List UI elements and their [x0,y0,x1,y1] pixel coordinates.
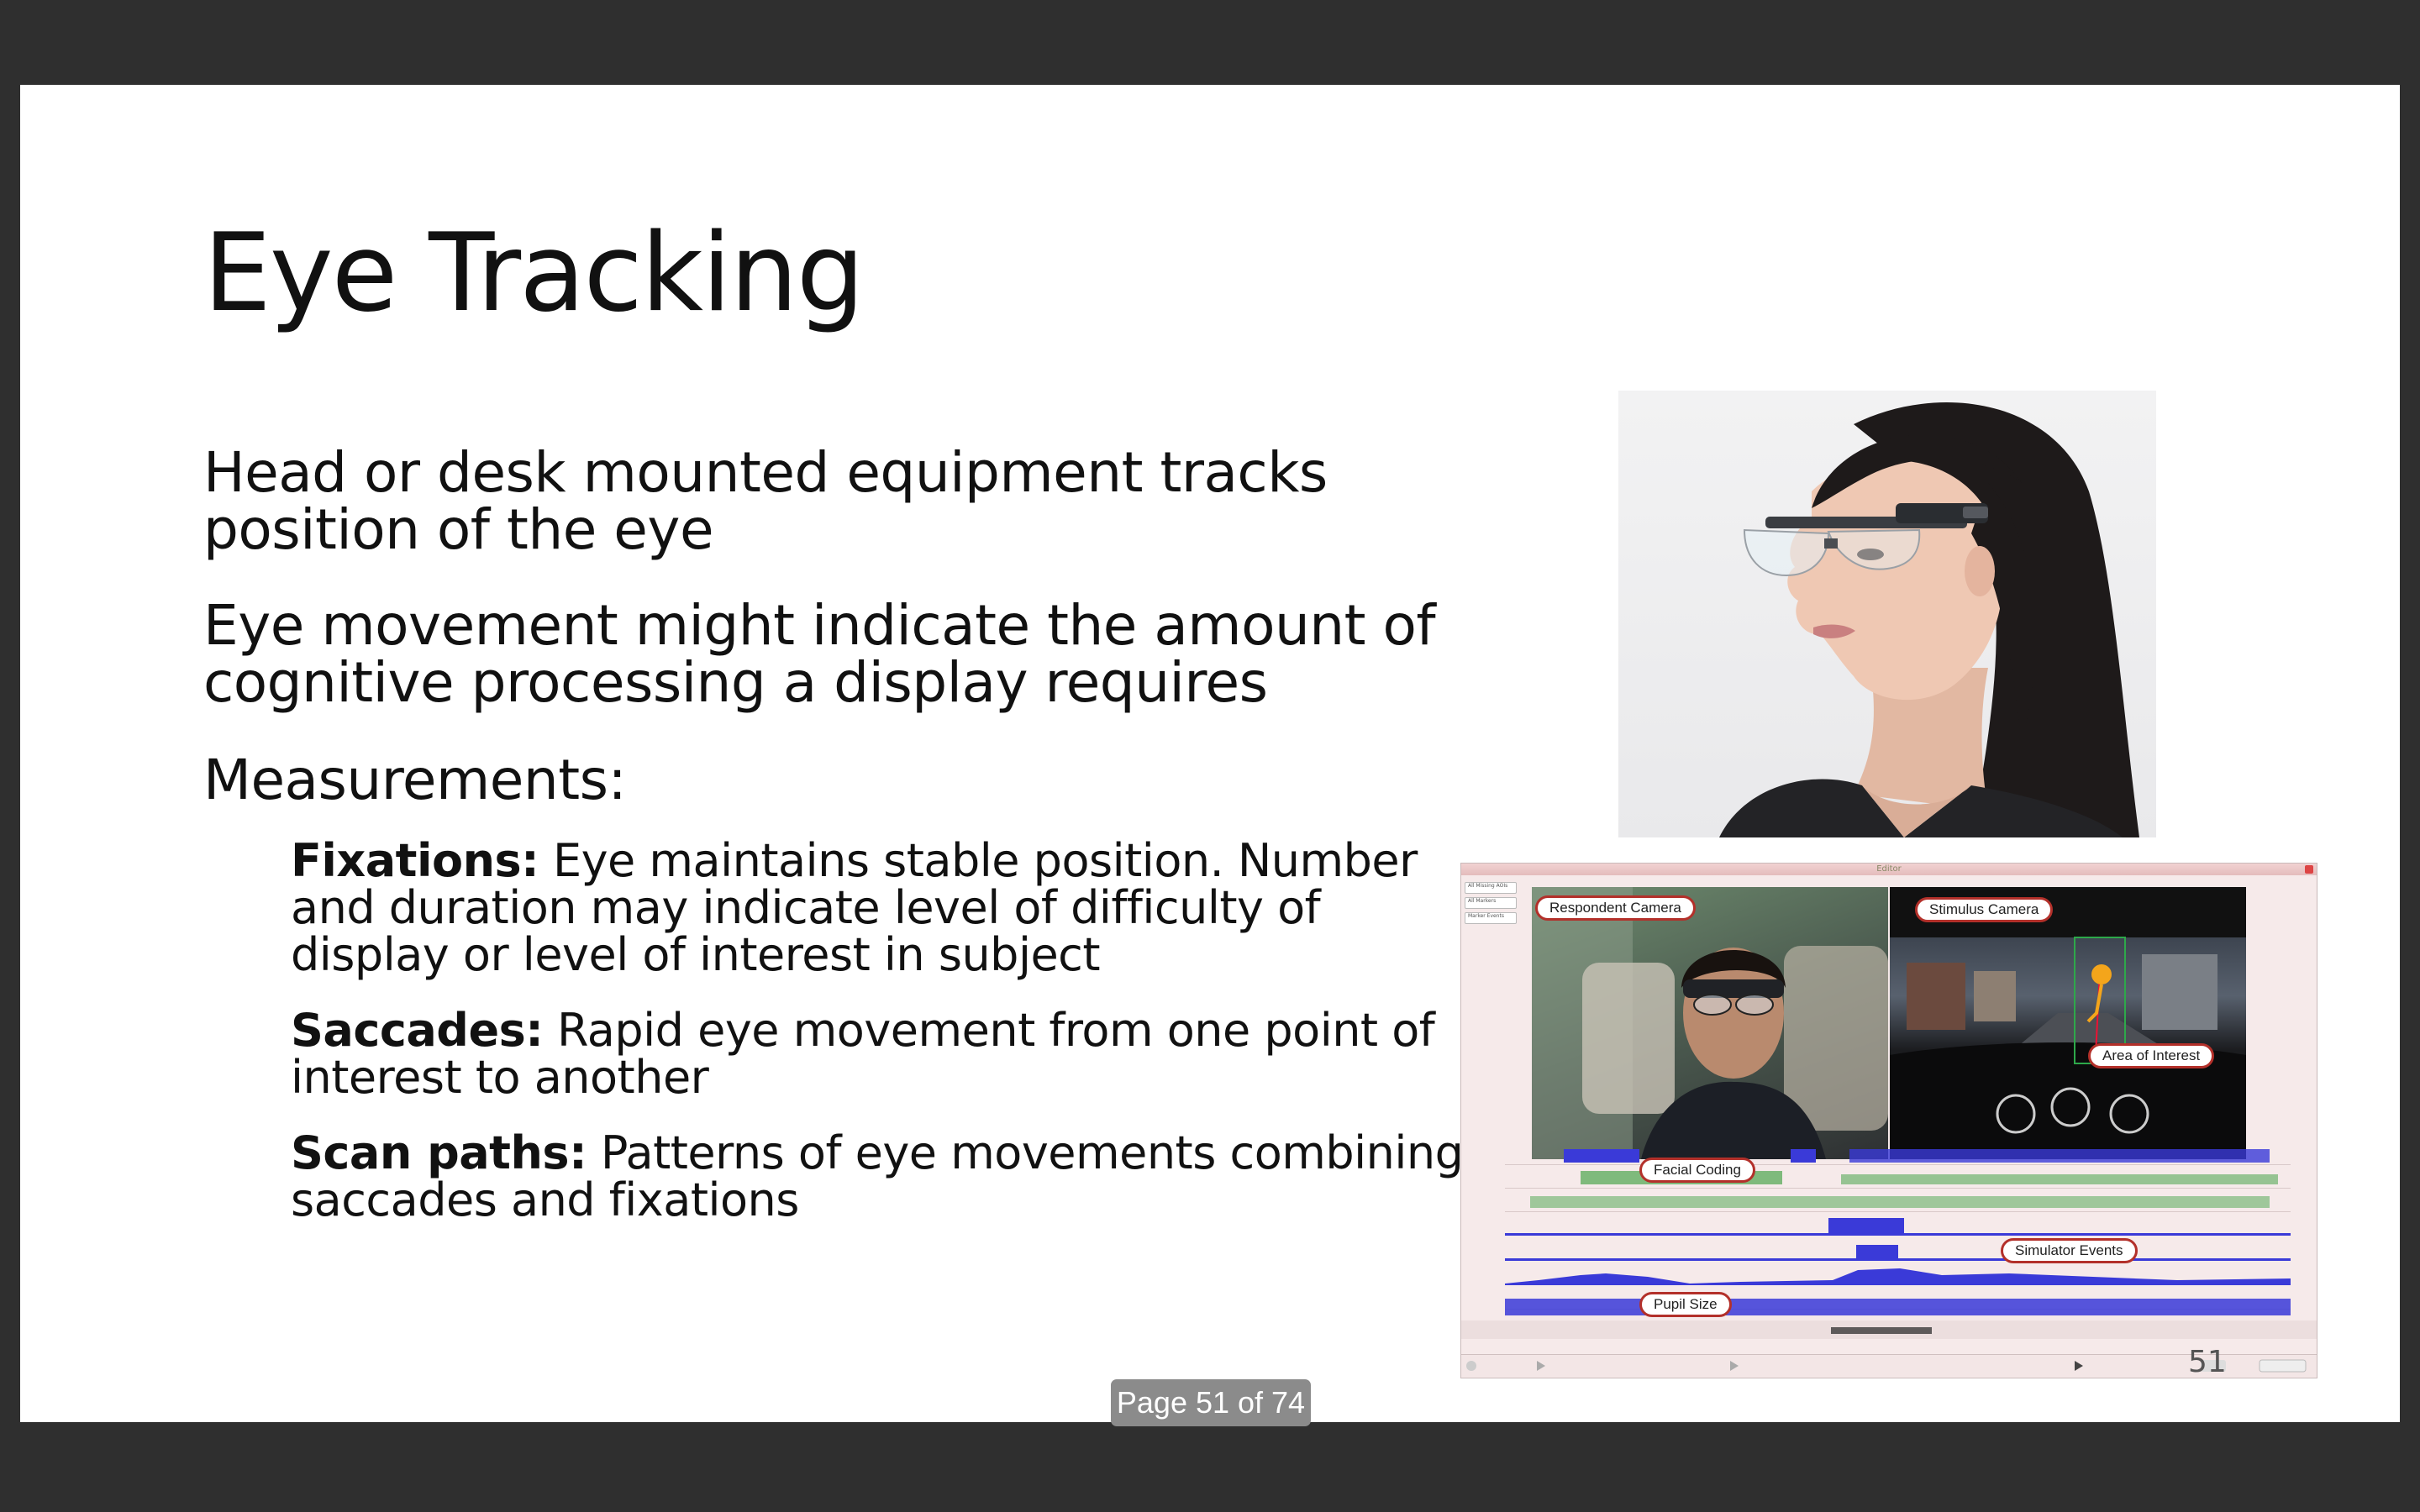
term-scan-paths: Scan paths: [291,1126,587,1179]
sub-bullet-scan-paths: Scan paths: Patterns of eye movements co… [291,1130,1492,1224]
term-fixations: Fixations: [291,834,539,887]
side-button-marker-events: Marker Events [1465,912,1517,924]
sub-bullet-fixations: Fixations: Eye maintains stable position… [291,837,1492,979]
slide-title: Eye Tracking [203,211,865,336]
side-button-missing-aois: All Missing AOIs [1465,882,1517,894]
eye-tracking-software-screenshot: Editor All Missing AOIs All Markers Mark… [1460,863,2317,1378]
close-icon [2305,865,2313,874]
bullet-equipment: Head or desk mounted equipment tracks po… [203,440,1328,562]
screenshot-titlebar: Editor [1461,864,2317,875]
stimulus-camera-view [1890,887,2246,1159]
stimulus-camera-label: Stimulus Camera [1915,897,2054,922]
respondent-camera-view [1532,887,1888,1159]
term-saccades: Saccades: [291,1004,544,1057]
bullet-measurements: Measurements: [203,748,627,812]
slide-number: 51 [2188,1345,2227,1379]
slide: Eye Tracking Head or desk mounted equipm… [20,85,2400,1422]
screenshot-window-title: Editor [1876,864,1902,874]
page-indicator: Page 51 of 74 [1111,1379,1311,1426]
sub-bullet-saccades: Saccades: Rapid eye movement from one po… [291,1007,1492,1101]
pupil-size-label: Pupil Size [1639,1292,1732,1317]
side-button-markers: All Markers [1465,897,1517,909]
eye-tracker-glasses-photo [1618,391,2156,837]
simulator-events-label: Simulator Events [2001,1238,2138,1263]
respondent-camera-label: Respondent Camera [1535,895,1696,921]
bullet-eye-movement: Eye movement might indicate the amount o… [203,593,1436,715]
facial-coding-label: Facial Coding [1639,1158,1755,1183]
signal-tracks: Facial Coding Simulator Events Pupil Siz… [1505,1141,2295,1334]
timeline-axis [1461,1320,2317,1339]
area-of-interest-label: Area of Interest [2088,1043,2215,1068]
